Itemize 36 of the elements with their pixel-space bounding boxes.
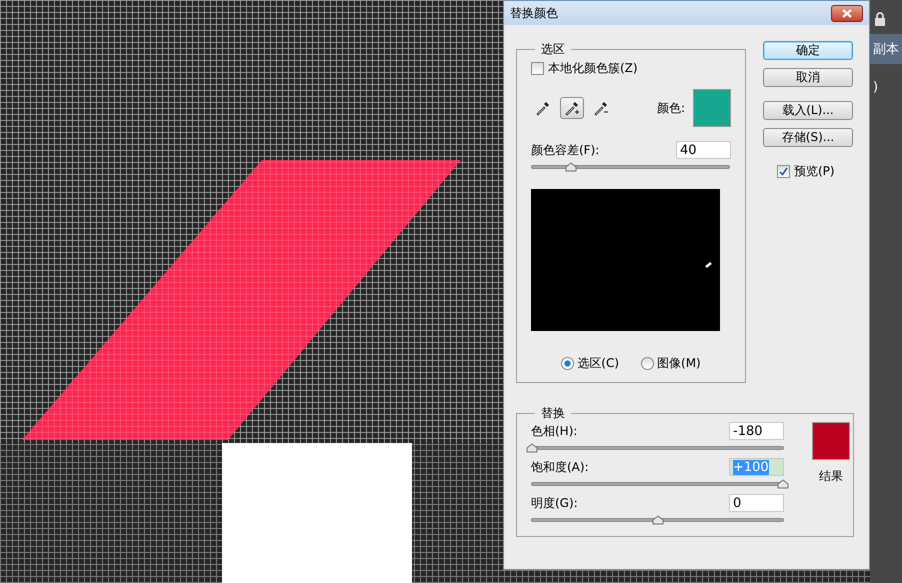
value-field[interactable]: -180	[729, 422, 784, 440]
dialog-button[interactable]: 确定	[763, 41, 853, 60]
slider-thumb[interactable]	[652, 515, 664, 525]
dialog-button[interactable]: 载入(L)...	[763, 101, 853, 120]
checkbox-label: 预览(P)	[794, 163, 835, 180]
color-label: 颜色:	[656, 100, 685, 116]
eyedropper-icon	[535, 100, 551, 116]
slider-label: 明度(G):	[531, 494, 578, 512]
checkbox[interactable]	[531, 62, 544, 75]
checkbox-label: 本地化颜色簇(Z)	[548, 60, 638, 77]
dialog-button[interactable]: 存储(S)...	[763, 128, 853, 147]
eyedropper-icon	[593, 100, 609, 116]
slider-thumb[interactable]	[565, 162, 578, 172]
radio-option[interactable]: 图像(M)	[641, 355, 701, 372]
radio-option[interactable]: 选区(C)	[561, 355, 620, 372]
slider-thumb[interactable]	[777, 479, 789, 489]
layer-item[interactable]: )	[870, 72, 902, 102]
lock-icon	[874, 12, 886, 26]
fuzziness-field[interactable]: 40	[676, 141, 731, 159]
slider-thumb[interactable]	[526, 443, 538, 453]
result-label: 结果	[819, 468, 843, 485]
dialog-button[interactable]: 取消	[763, 68, 853, 87]
value-field[interactable]: 0	[729, 494, 784, 512]
checkbox[interactable]	[777, 165, 790, 178]
eyedropper-tool[interactable]	[560, 97, 584, 119]
close-icon	[842, 8, 852, 18]
group-title: 选区	[540, 41, 566, 58]
group-title: 替换	[540, 405, 566, 422]
fuzziness-label: 颜色容差(F):	[531, 142, 600, 158]
slider-label: 饱和度(A):	[531, 458, 589, 476]
close-button[interactable]	[831, 4, 863, 22]
eyedropper-icon	[564, 100, 580, 116]
color-swatch[interactable]	[693, 89, 731, 127]
slider-label: 色相(H):	[531, 422, 578, 440]
layer-item[interactable]: 副本	[870, 34, 902, 64]
dialog-title: 替换颜色	[510, 4, 558, 22]
